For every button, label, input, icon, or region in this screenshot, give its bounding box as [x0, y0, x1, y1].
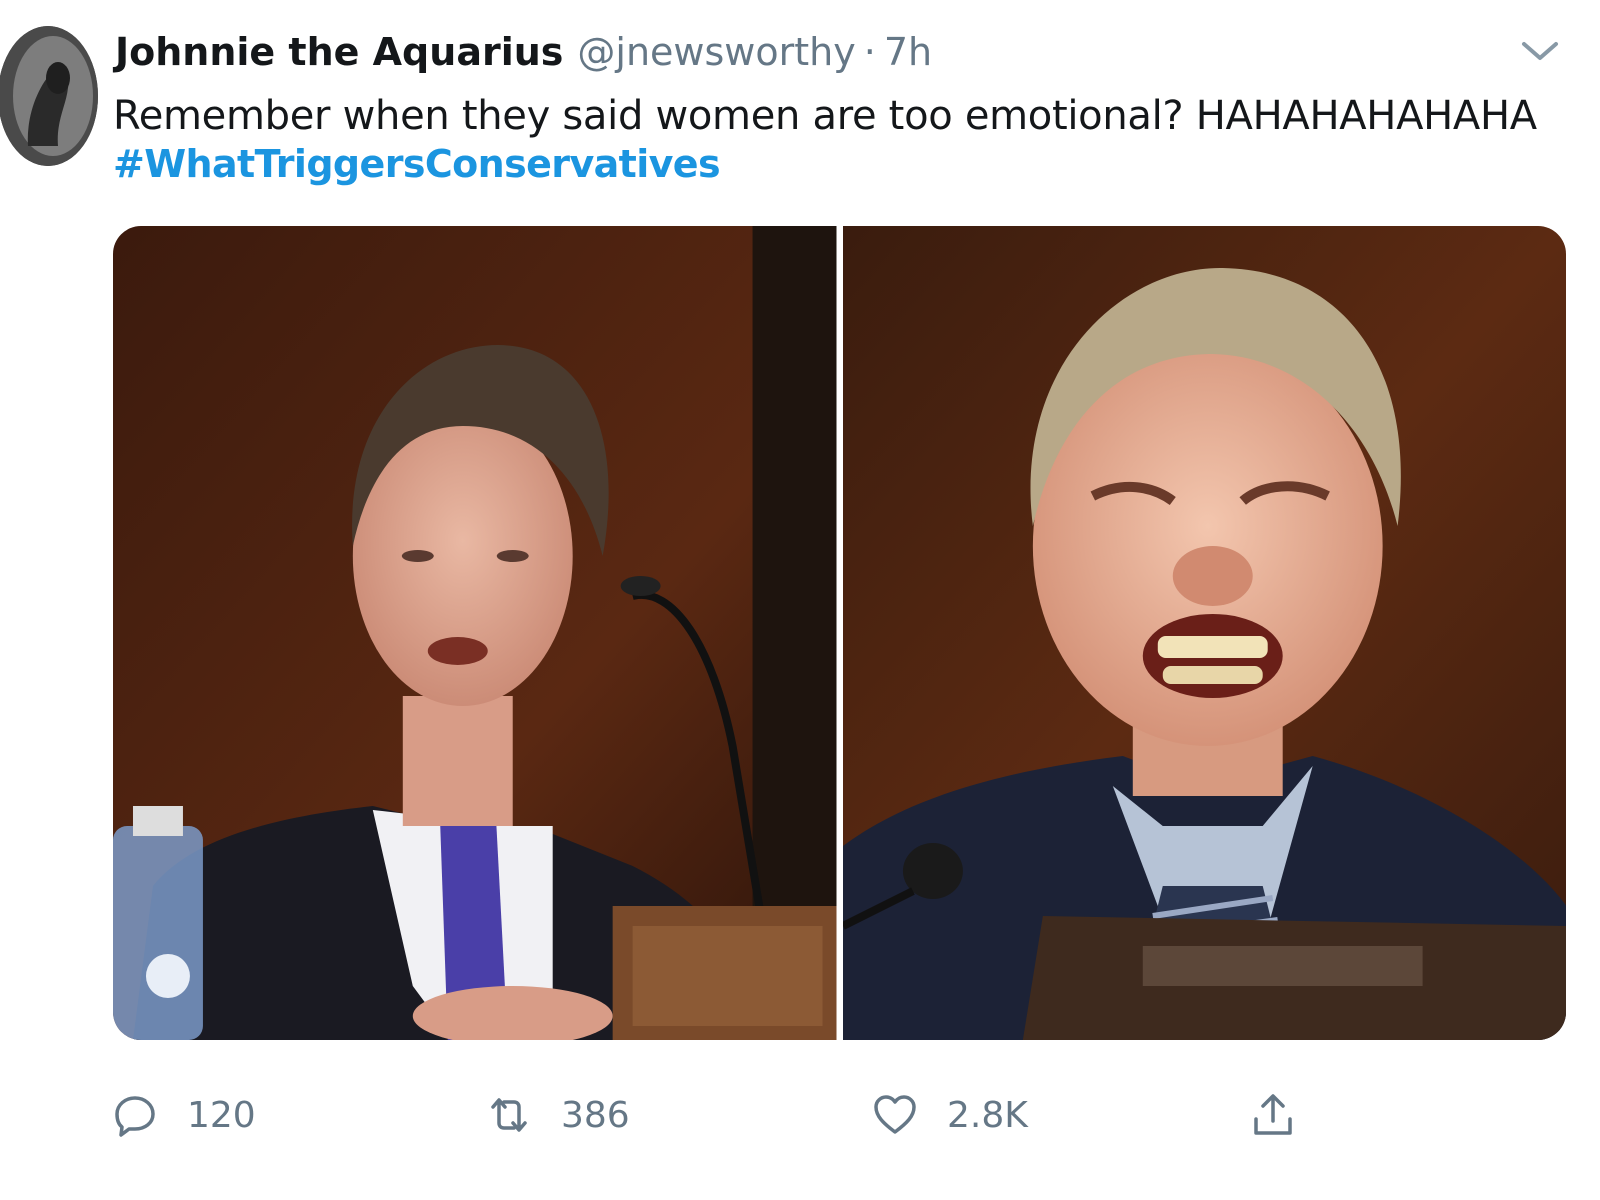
- photo-right[interactable]: [842, 226, 1566, 1040]
- retweet-button[interactable]: 386: [487, 1085, 630, 1145]
- like-button[interactable]: 2.8K: [873, 1085, 1028, 1145]
- tweet-text: Remember when they said women are too em…: [113, 93, 1537, 139]
- reply-count: 120: [187, 1094, 256, 1136]
- reply-icon: [115, 1096, 155, 1137]
- avatar-image: [0, 26, 98, 166]
- heart-icon: [874, 1095, 916, 1134]
- like-count: 2.8K: [947, 1094, 1028, 1136]
- retweet-icon: [491, 1098, 527, 1132]
- hashtag-link[interactable]: #WhatTriggersConservatives: [113, 142, 721, 186]
- separator: ·: [863, 30, 876, 74]
- tweet-timestamp[interactable]: 7h: [884, 30, 932, 74]
- display-name[interactable]: Johnnie the Aquarius: [115, 30, 563, 74]
- reply-button[interactable]: 120: [113, 1085, 256, 1145]
- avatar[interactable]: [0, 26, 98, 166]
- user-handle[interactable]: @jnewsworthy: [577, 30, 855, 74]
- share-button[interactable]: [1251, 1085, 1295, 1145]
- chevron-down-icon[interactable]: [1518, 36, 1562, 66]
- photo-left[interactable]: [113, 226, 837, 1040]
- tweet-actions: 120 386 2.8K: [113, 1085, 1566, 1145]
- tweet-media: [113, 226, 1566, 1040]
- tweet-header: Johnnie the Aquarius @jnewsworthy · 7h: [115, 30, 932, 86]
- retweet-count: 386: [561, 1094, 630, 1136]
- share-icon: [1254, 1094, 1292, 1135]
